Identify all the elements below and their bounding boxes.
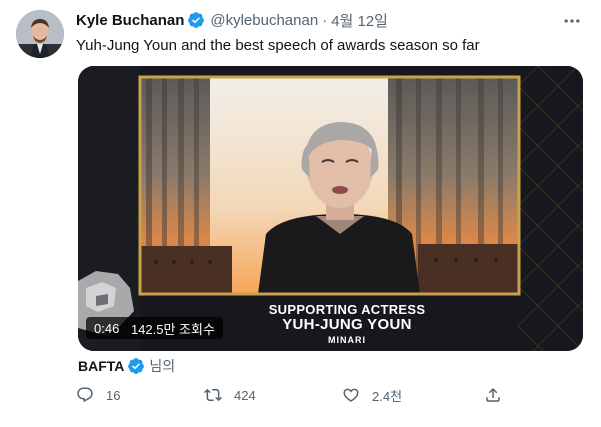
video-stats-overlay: 0:46 142.5만 조회수 [86,317,223,339]
action-bar: 16 424 2.4천 [76,384,506,406]
more-horizontal-icon [564,19,580,23]
more-button[interactable] [559,10,585,32]
video-caption-category: SUPPORTING ACTRESS [268,302,426,317]
video-views: 142.5만 조회수 [130,321,215,337]
heart-icon [343,388,359,402]
verified-badge-icon [187,11,205,29]
tweet-date[interactable]: 4월 12일 [331,10,388,31]
attribution-source[interactable]: BAFTA [78,358,124,374]
tweet-text: Yuh-Jung Youn and the best speech of awa… [76,37,480,54]
retweet-button[interactable]: 424 [204,384,256,406]
like-button[interactable]: 2.4천 [342,384,402,406]
separator-dot: · [322,11,328,29]
video-player[interactable]: SUPPORTING ACTRESS YUH-JUNG YOUN MINARI … [78,66,583,351]
media-attribution: BAFTA 님의 [78,356,175,376]
reply-count: 16 [106,387,121,403]
tweet: Kyle Buchanan @kylebuchanan · 4월 12일 Yuh… [0,0,601,427]
verified-badge-icon [127,357,145,375]
avatar-image [16,10,64,58]
reply-button[interactable]: 16 [76,384,120,406]
share-button[interactable] [484,384,502,406]
retweet-count: 424 [234,387,256,403]
retweet-icon [204,388,222,402]
like-count: 2.4천 [372,388,403,404]
tweet-header: Kyle Buchanan @kylebuchanan · 4월 12일 [76,10,388,30]
reply-icon [77,387,93,403]
avatar[interactable] [16,10,64,58]
attribution-suffix: 님의 [149,358,176,374]
author-handle[interactable]: @kylebuchanan [210,12,318,29]
video-duration: 0:46 [94,320,120,336]
share-icon [486,387,500,402]
author-name[interactable]: Kyle Buchanan [76,12,184,29]
